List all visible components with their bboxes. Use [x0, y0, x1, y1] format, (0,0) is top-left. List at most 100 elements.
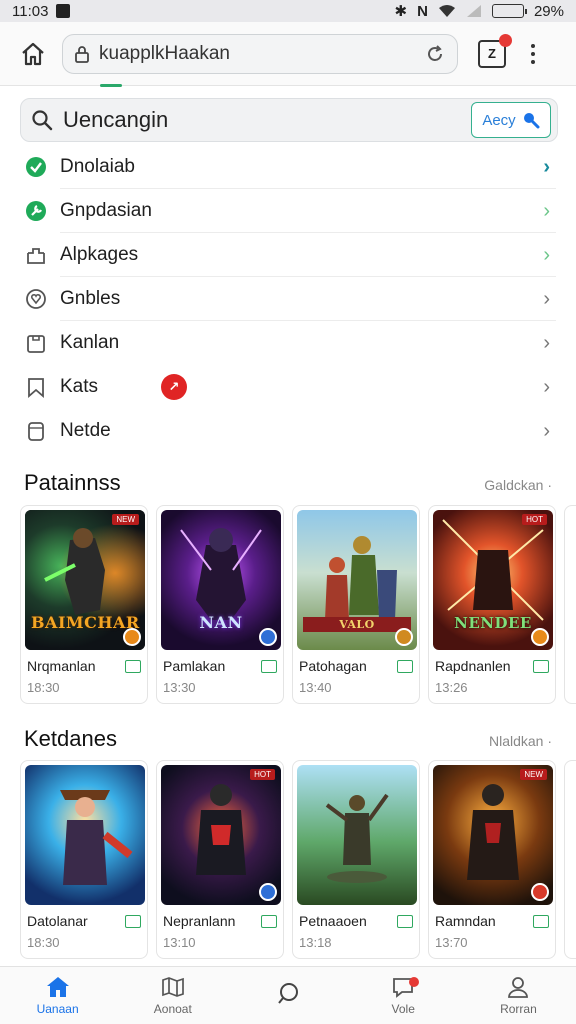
chevron-right-icon: › [543, 331, 550, 354]
gallery-icon [125, 659, 141, 673]
menu-item-label: Alpkages [60, 244, 139, 265]
game-tag: HOT [250, 769, 275, 780]
section-title: Patainnss [24, 470, 121, 495]
game-card[interactable]: HOT NENDEE Rapdnanlen 13:26 [428, 505, 556, 704]
game-card[interactable]: Petnaaoen 13:18 [292, 760, 420, 959]
chevron-right-icon: › [543, 375, 550, 398]
game-time: 13:40 [299, 680, 332, 695]
game-thumbnail [569, 765, 576, 905]
game-card[interactable]: NEW BAIMCHAR Nrqmanlan 18:30 [20, 505, 148, 704]
game-thumbnail: HOT [161, 765, 281, 905]
search-action-label: Aecy [482, 111, 516, 129]
search-action-button[interactable]: Aecy [471, 102, 551, 138]
status-time: 11:03 [12, 2, 49, 20]
gallery-icon [261, 914, 277, 928]
nav-label: Uanaan [36, 1002, 79, 1016]
game-time: 13:26 [435, 680, 468, 695]
nfc-icon: N [417, 2, 428, 20]
menu-list: Dnolaiab › Gnpdasian › Alpkages › Gnbles… [0, 145, 576, 453]
nav-map[interactable]: Aonoat [115, 967, 230, 1024]
nav-messages[interactable]: Vole [346, 967, 461, 1024]
game-time: 18:30 [27, 680, 60, 695]
game-thumbnail: NEW BAIMCHAR [25, 510, 145, 650]
tabs-notification-dot [499, 33, 512, 47]
section-title: Ketdanes [24, 726, 117, 751]
chevron-right-icon: › [543, 287, 550, 310]
gallery-icon [533, 659, 549, 673]
game-badge-icon [259, 628, 277, 646]
game-badge-icon [531, 628, 549, 646]
section-see-all-link[interactable]: Galdckan · [484, 477, 552, 493]
game-name: Ramndan [435, 913, 496, 929]
menu-item-label: Gnpdasian [60, 200, 152, 221]
game-card-partial[interactable] [564, 760, 576, 959]
tabs-icon: Z [488, 46, 496, 61]
battery-icon [491, 4, 527, 18]
menu-item[interactable]: Kats ↗ › [0, 365, 576, 409]
game-name: Rapdnanlen [435, 658, 511, 674]
game-card[interactable]: NEW Ramndan 13:70 [428, 760, 556, 959]
game-name: Patohagan [299, 658, 367, 674]
game-name: Pamlakan [163, 658, 226, 674]
game-thumbnail: VALO [297, 510, 417, 650]
search-bar[interactable]: Uencangin Aecy [20, 98, 558, 142]
menu-item[interactable]: Alpkages › [0, 233, 576, 277]
status-right: ✱ N 29% [395, 2, 564, 21]
game-card[interactable]: Datolanar 18:30 [20, 760, 148, 959]
nav-home[interactable]: Uanaan [0, 967, 115, 1024]
nav-chat[interactable] [230, 967, 345, 1024]
heart-circle-icon [24, 287, 48, 311]
overflow-menu-button[interactable] [528, 43, 538, 64]
wifi-icon [438, 5, 455, 17]
game-card[interactable]: HOT Nepranlann 13:10 [156, 760, 284, 959]
menu-item[interactable]: Netde › [0, 409, 576, 453]
game-tag: HOT [522, 514, 547, 525]
chevron-right-icon: › [543, 419, 550, 442]
tabs-button[interactable]: Z [478, 33, 512, 68]
url-bar[interactable]: kuapplkHaakan [62, 33, 458, 74]
profile-icon [508, 977, 529, 998]
game-time: 13:18 [299, 935, 332, 950]
battery-percent: 29% [533, 2, 564, 20]
chevron-right-icon: › [543, 243, 550, 266]
chevron-right-icon: › [543, 155, 550, 178]
game-tag: NEW [112, 514, 139, 525]
game-thumbnail: NAN [161, 510, 281, 650]
game-tag: NEW [520, 769, 547, 780]
game-thumbnail: NEW [433, 765, 553, 905]
browser-home-button[interactable] [12, 33, 54, 75]
home-outline-icon [22, 42, 44, 65]
game-name: Nrqmanlan [27, 658, 96, 674]
clipboard-icon [24, 331, 48, 355]
game-card[interactable]: NAN Pamlakan 13:30 [156, 505, 284, 704]
menu-item[interactable]: Dnolaiab › [0, 145, 576, 189]
card-row: Datolanar 18:30 HOT Nepranlann 13:10 Pet… [20, 760, 576, 959]
game-art-title: VALO [303, 617, 411, 632]
nav-label: Aonoat [153, 1002, 192, 1016]
game-name: Datolanar [27, 913, 88, 929]
reload-icon[interactable] [425, 44, 445, 64]
search-label: Uencangin [63, 107, 169, 132]
section-see-all-link[interactable]: Nlaldkan · [489, 733, 552, 749]
menu-item[interactable]: Kanlan › [0, 321, 576, 365]
menu-item-label: Gnbles [60, 288, 121, 309]
game-badge-icon [123, 628, 141, 646]
nav-profile[interactable]: Rorran [461, 967, 576, 1024]
game-art-title: NENDEE [454, 614, 532, 632]
menu-item-label: Netde [60, 420, 111, 441]
card-row: NEW BAIMCHAR Nrqmanlan 18:30 NAN Pamlaka… [20, 505, 576, 704]
game-art-title: BAIMCHAR [31, 613, 140, 632]
menu-item-label: Dnolaiab [60, 156, 135, 177]
home-icon [46, 977, 69, 997]
game-thumbnail [569, 510, 576, 650]
browser-toolbar: kuapplkHaakan Z [0, 22, 576, 86]
menu-item[interactable]: Gnbles › [0, 277, 576, 321]
menu-item[interactable]: Gnpdasian › [0, 189, 576, 233]
lock-icon [75, 45, 89, 63]
game-card-partial[interactable] [564, 505, 576, 704]
gallery-icon [125, 914, 141, 928]
nav-label: Vole [391, 1002, 415, 1016]
game-card[interactable]: VALO Patohagan 13:40 [292, 505, 420, 704]
map-icon [161, 977, 184, 997]
nav-label: Rorran [500, 1002, 537, 1016]
